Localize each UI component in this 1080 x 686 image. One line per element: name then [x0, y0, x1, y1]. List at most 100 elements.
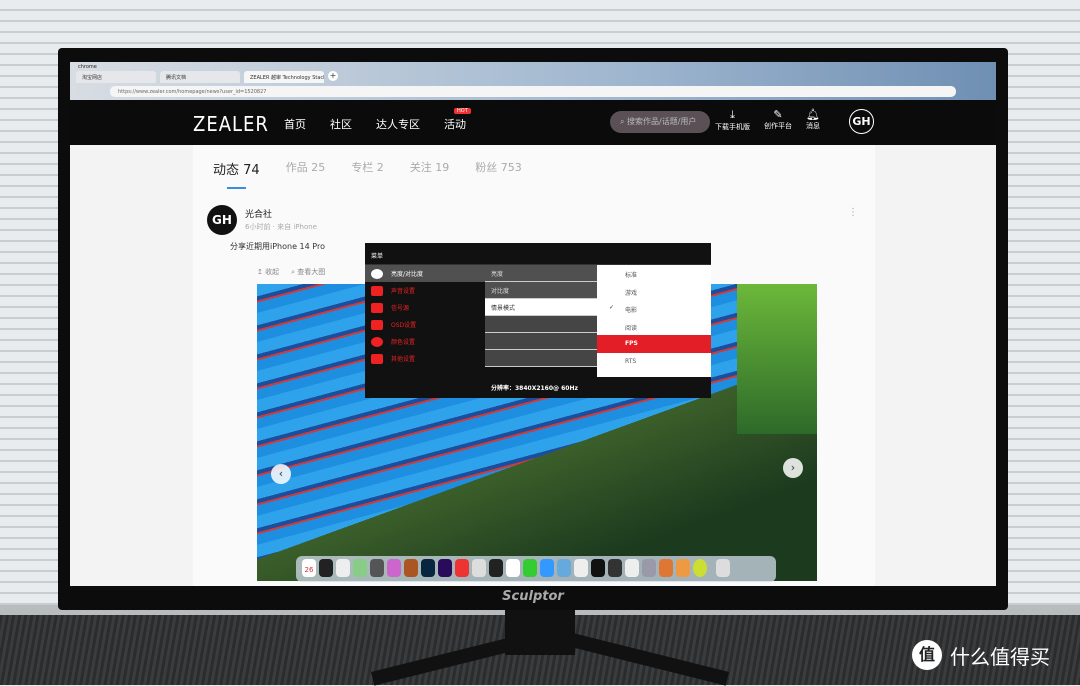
nav-events[interactable]: 活动	[444, 116, 466, 132]
tab-works[interactable]: 作品 25	[286, 159, 326, 178]
tab-strip: 淘宝网店 腾讯文档 ZEALER 越审 Technology Stack +	[70, 71, 996, 83]
site-logo[interactable]: ZEALER	[193, 112, 269, 136]
search-placeholder: 搜索作品/话题/用户	[627, 117, 697, 126]
watermark: 值 什么值得买	[912, 640, 1050, 670]
osd-setting-empty	[485, 350, 597, 367]
macos-dock: 26	[296, 556, 776, 582]
photoshop-icon[interactable]	[421, 559, 435, 577]
osd-category-sound[interactable]: 声音设置	[365, 282, 485, 299]
header-actions: ⤓ 下载手机版 ✎ 创作平台 🔔︎ 消息	[715, 108, 820, 132]
active-tab-indicator	[227, 187, 246, 189]
osd-settings-icon	[371, 319, 383, 330]
view-large-button[interactable]: ⌕ 查看大图	[291, 267, 325, 277]
app-menu[interactable]: chrome	[70, 62, 996, 71]
download-app-button[interactable]: ⤓ 下载手机版	[715, 108, 750, 132]
hot-badge: HOT	[454, 108, 471, 114]
osd-mode-fps[interactable]: FPS	[597, 335, 711, 353]
osd-mode-game[interactable]: 游戏	[597, 283, 711, 301]
input-source-icon	[371, 302, 383, 313]
app-icon[interactable]	[574, 559, 588, 577]
settings-icon[interactable]	[370, 559, 384, 577]
tab-columns[interactable]: 专栏 2	[351, 159, 384, 178]
netease-music-icon[interactable]	[455, 559, 469, 577]
osd-modes: 标准 游戏 ✓ 电影 阅读 FPS RTS	[597, 265, 711, 377]
monitor: Sculptor chrome 淘宝网店 腾讯文档 ZEALER 越审 Tech…	[58, 48, 1008, 610]
osd-mode-reading[interactable]: 阅读	[597, 318, 711, 336]
photo-trees	[737, 284, 817, 434]
new-tab-button[interactable]: +	[328, 71, 338, 81]
prev-image-button[interactable]: ‹	[271, 464, 291, 484]
monitor-osd-menu: 菜单 亮度/对比度 声音设置 信号源 OSD设置 颜色设置 其他设置 亮度 对比…	[365, 243, 711, 398]
osd-category-input[interactable]: 信号源	[365, 299, 485, 316]
nav-experts[interactable]: 达人专区	[376, 116, 420, 132]
other-settings-icon	[371, 353, 383, 364]
osd-mode-movie[interactable]: ✓ 电影	[597, 300, 711, 318]
maps-icon[interactable]	[353, 559, 367, 577]
osd-mode-rts[interactable]: RTS	[597, 353, 711, 371]
speaker-icon	[371, 285, 383, 296]
tab-feed[interactable]: 动态 74	[213, 159, 260, 178]
app-icon[interactable]	[472, 559, 486, 577]
messages-button[interactable]: 🔔︎ 消息	[806, 108, 820, 132]
browser-tab[interactable]: 淘宝网店	[76, 71, 156, 83]
sun-icon	[371, 268, 383, 279]
osd-title: 菜单	[365, 243, 711, 265]
trash-icon[interactable]	[716, 559, 730, 577]
post-actions: ↥ 收起 ⌕ 查看大图	[257, 267, 325, 277]
calendar-icon[interactable]: 26	[302, 559, 316, 577]
download-icon: ⤓	[730, 108, 735, 121]
launchpad-icon[interactable]	[336, 559, 350, 577]
nav-community[interactable]: 社区	[330, 116, 352, 132]
messages-label: 消息	[806, 122, 820, 130]
preview-icon[interactable]	[557, 559, 571, 577]
search-input[interactable]: ⌕ 搜索作品/话题/用户	[610, 111, 710, 133]
post-avatar[interactable]: GH	[207, 205, 237, 235]
wechat-icon[interactable]	[523, 559, 537, 577]
osd-setting-brightness[interactable]: 亮度	[485, 265, 597, 282]
next-image-button[interactable]: ›	[783, 458, 803, 478]
search-icon: ⌕	[620, 117, 628, 126]
premiere-icon[interactable]	[438, 559, 452, 577]
post-meta: 6小时前 · 来自 iPhone	[245, 223, 317, 231]
user-avatar[interactable]: GH	[849, 109, 874, 134]
tab-fans[interactable]: 粉丝 753	[475, 159, 522, 178]
osd-setting-contrast[interactable]: 对比度	[485, 282, 597, 299]
check-icon: ✓	[609, 304, 615, 311]
capcut-icon[interactable]	[591, 559, 605, 577]
app-store-icon[interactable]	[540, 559, 554, 577]
typora-icon[interactable]	[625, 559, 639, 577]
edit-icon: ✎	[773, 108, 783, 121]
color-palette-icon	[371, 336, 383, 347]
nav-home[interactable]: 首页	[284, 116, 306, 132]
browser-chrome: chrome 淘宝网店 腾讯文档 ZEALER 越审 Technology St…	[70, 62, 996, 100]
post-author[interactable]: 光合社	[245, 207, 272, 220]
address-bar[interactable]: https://www.zealer.com/homepage/news?use…	[110, 86, 956, 97]
browser-tab-active[interactable]: ZEALER 越审 Technology Stack	[244, 71, 324, 83]
qq-icon[interactable]	[489, 559, 503, 577]
app-icon[interactable]	[608, 559, 622, 577]
osd-resolution: 分辨率：3840X2160@ 60Hz	[491, 385, 578, 392]
collapse-button[interactable]: ↥ 收起	[257, 267, 279, 277]
chrome-icon[interactable]	[506, 559, 520, 577]
creator-platform-button[interactable]: ✎ 创作平台	[764, 108, 792, 132]
osd-category-osd[interactable]: OSD设置	[365, 316, 485, 333]
osd-mode-standard[interactable]: 标准	[597, 265, 711, 283]
figma-icon[interactable]	[387, 559, 401, 577]
osd-setting-empty	[485, 316, 597, 333]
qq-music-icon[interactable]	[693, 559, 707, 577]
bell-icon: 🔔︎	[806, 108, 820, 121]
osd-setting-scene-mode[interactable]: 情景模式	[485, 299, 597, 316]
photos-icon[interactable]	[659, 559, 673, 577]
app-icon[interactable]	[642, 559, 656, 577]
app-icon[interactable]	[676, 559, 690, 577]
osd-category-other[interactable]: 其他设置	[365, 350, 485, 367]
download-label: 下载手机版	[715, 123, 750, 131]
safari-icon[interactable]	[319, 559, 333, 577]
osd-category-color[interactable]: 颜色设置	[365, 333, 485, 350]
browser-tab[interactable]: 腾讯文档	[160, 71, 240, 83]
tab-following[interactable]: 关注 19	[410, 159, 450, 178]
osd-category-brightness[interactable]: 亮度/对比度	[365, 265, 485, 282]
app-icon[interactable]	[404, 559, 418, 577]
watermark-text: 什么值得买	[950, 644, 1050, 669]
more-options-icon[interactable]: ⋮	[848, 207, 858, 218]
